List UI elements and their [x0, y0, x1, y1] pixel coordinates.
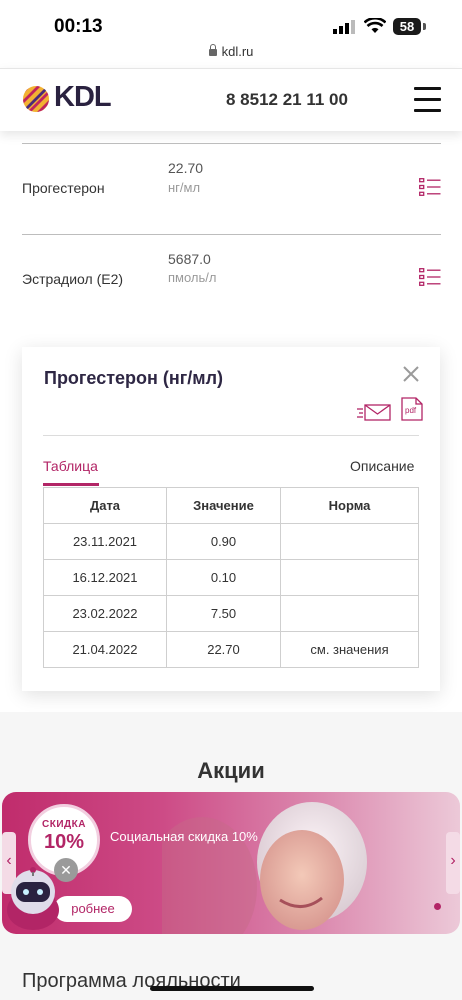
divider	[22, 143, 441, 144]
signal-icon	[333, 20, 355, 34]
logo-icon[interactable]	[22, 85, 50, 113]
column-header-value: Значение	[166, 487, 281, 524]
status-time: 00:13	[54, 16, 103, 37]
battery-tip	[423, 23, 426, 30]
test-name: Эстрадиол (Е2)	[22, 271, 124, 287]
column-header-norm: Норма	[280, 487, 419, 524]
pdf-icon[interactable]: pdf	[401, 397, 423, 421]
tab-table[interactable]: Таблица	[43, 458, 98, 474]
battery-icon: 58	[393, 18, 421, 35]
test-name: Прогестерон	[22, 180, 105, 196]
column-header-date: Дата	[43, 487, 167, 524]
banner-caption: Социальная скидка 10%	[110, 829, 258, 844]
badge-value: 10%	[43, 831, 85, 853]
table-row: 21.04.2022 22.70 см. значения	[43, 631, 419, 668]
address-bar[interactable]: kdl.ru	[0, 44, 462, 59]
home-indicator[interactable]	[150, 986, 314, 991]
promotions-title: Акции	[197, 758, 265, 783]
cell-date: 23.02.2022	[43, 595, 167, 632]
cell-value: 0.90	[166, 523, 281, 560]
table-header-row: Дата Значение Норма	[43, 487, 419, 524]
carousel-next-button[interactable]: ›	[446, 832, 460, 894]
cell-date: 23.11.2021	[43, 523, 167, 560]
tabs-separator	[43, 435, 419, 436]
cell-norm	[280, 523, 419, 560]
results-table: Дата Значение Норма 23.11.2021 0.90 16.1…	[43, 487, 419, 668]
phone-number[interactable]: 8 8512 21 11 00	[226, 90, 348, 110]
more-button[interactable]: робнее	[54, 896, 132, 922]
table-row: 16.12.2021 0.10	[43, 559, 419, 596]
cell-value: 0.10	[166, 559, 281, 596]
wifi-icon	[364, 18, 386, 33]
cell-norm[interactable]: см. значения	[280, 631, 419, 668]
cell-value: 22.70	[166, 631, 281, 668]
tab-description[interactable]: Описание	[350, 458, 414, 474]
test-value: 22.70	[168, 160, 204, 176]
chat-close-button[interactable]: ✕	[54, 858, 78, 882]
lock-icon	[208, 44, 217, 56]
chevron-right-icon: ›	[450, 852, 456, 869]
cell-date: 16.12.2021	[43, 559, 167, 596]
active-tab-indicator	[43, 483, 99, 486]
table-row: 23.11.2021 0.90	[43, 523, 419, 560]
cell-norm	[280, 595, 419, 632]
carousel-dot[interactable]	[434, 903, 441, 910]
url-text: kdl.ru	[221, 44, 254, 59]
test-unit: нг/мл	[168, 180, 201, 195]
site-header: KDL 8 8512 21 11 00	[0, 68, 462, 131]
svg-text:pdf: pdf	[405, 406, 417, 415]
menu-icon[interactable]	[414, 87, 441, 113]
logo-text[interactable]: KDL	[54, 81, 112, 114]
close-icon[interactable]	[402, 365, 420, 383]
cell-value: 7.50	[166, 595, 281, 632]
cell-norm	[280, 559, 419, 596]
history-list-icon[interactable]	[419, 268, 441, 286]
test-unit: пмоль/л	[168, 270, 217, 285]
history-list-icon[interactable]	[419, 178, 441, 196]
modal-title: Прогестерон (нг/мл)	[44, 368, 224, 388]
promo-photo	[162, 802, 367, 934]
history-modal: Прогестерон (нг/мл) pdf Таблица Описание…	[22, 347, 440, 691]
test-value: 5687.0	[168, 251, 211, 267]
table-row: 23.02.2022 7.50	[43, 595, 419, 632]
email-icon[interactable]	[357, 400, 391, 422]
badge-label: СКИДКА	[42, 819, 86, 830]
divider	[22, 234, 441, 235]
cell-date: 21.04.2022	[43, 631, 167, 668]
